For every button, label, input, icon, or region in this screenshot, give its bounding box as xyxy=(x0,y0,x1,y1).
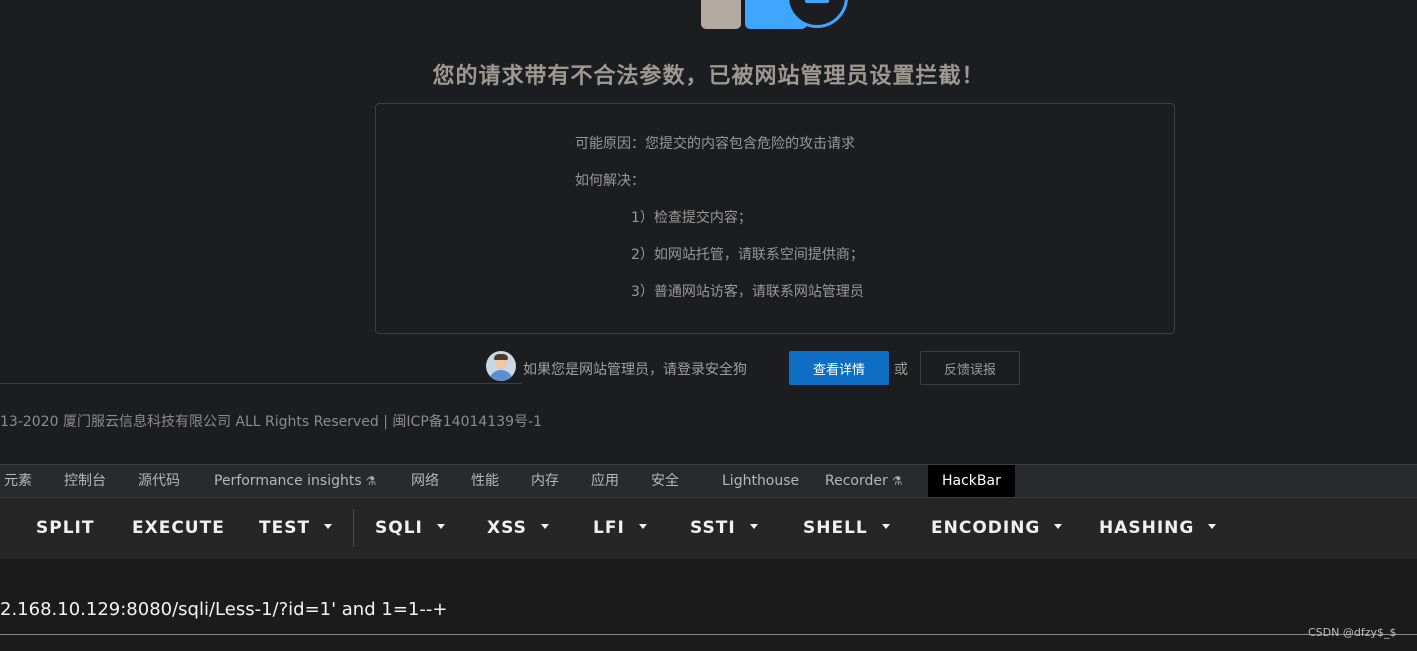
tab-label: Recorder xyxy=(825,473,888,489)
admin-avatar xyxy=(486,351,516,381)
admin-prompt: 如果您是网站管理员，请登录安全狗 xyxy=(523,362,747,378)
split-button[interactable]: SPLIT xyxy=(36,498,94,559)
reason-text: 可能原因：您提交的内容包含危险的攻击请求 xyxy=(575,136,855,152)
tab-lighthouse[interactable]: Lighthouse xyxy=(722,465,799,497)
devtools-tab-bar: 元素 控制台 源代码 Performance insights ⚗ 网络 性能 内… xyxy=(0,464,1417,498)
tab-memory[interactable]: 内存 xyxy=(531,465,559,497)
xss-menu-button[interactable]: XSS xyxy=(487,498,549,559)
solution-item: 2）如网站托管，请联系空间提供商； xyxy=(631,247,864,263)
solution-item: 1）检查提交内容； xyxy=(631,210,752,226)
shell-menu-button[interactable]: SHELL xyxy=(803,498,890,559)
tab-elements[interactable]: 元素 xyxy=(4,465,32,497)
caret-down-icon xyxy=(436,524,445,529)
tab-hackbar[interactable]: HackBar xyxy=(928,465,1015,497)
url-field[interactable]: 2.168.10.129:8080/sqli/Less-1/?id=1' and… xyxy=(0,599,447,620)
button-label: SQLI xyxy=(375,518,423,538)
hashing-menu-button[interactable]: HASHING xyxy=(1099,498,1217,559)
caret-down-icon xyxy=(749,524,758,529)
tab-performance[interactable]: 性能 xyxy=(471,465,499,497)
screen: 您的请求带有不合法参数，已被网站管理员设置拦截！ 可能原因：您提交的内容包含危险… xyxy=(0,0,1417,651)
view-details-button[interactable]: 查看详情 xyxy=(789,351,889,385)
caret-down-icon xyxy=(1054,524,1063,529)
caret-down-icon xyxy=(324,524,333,529)
caret-down-icon xyxy=(540,524,549,529)
test-menu-button[interactable]: TEST xyxy=(259,498,333,559)
tab-recorder[interactable]: Recorder ⚗ xyxy=(825,465,903,497)
tab-sources[interactable]: 源代码 xyxy=(138,465,180,497)
url-field-underline xyxy=(0,634,1417,635)
hackbar-toolbar: SPLIT EXECUTE TEST SQLI XSS LFI SSTI SHE… xyxy=(0,498,1417,559)
reason-box: 可能原因：您提交的内容包含危险的攻击请求 如何解决： 1）检查提交内容； 2）如… xyxy=(375,103,1175,334)
caret-down-icon xyxy=(881,524,890,529)
or-text: 或 xyxy=(894,362,908,378)
encoding-menu-button[interactable]: ENCODING xyxy=(931,498,1063,559)
flask-icon: ⚗ xyxy=(365,474,377,488)
button-label: SHELL xyxy=(803,518,868,538)
button-label: XSS xyxy=(487,518,527,538)
tab-console[interactable]: 控制台 xyxy=(64,465,106,497)
illustration-grey-block xyxy=(701,0,741,29)
watermark: CSDN @dfzy$_$ xyxy=(1308,626,1397,639)
button-label: HASHING xyxy=(1099,518,1195,538)
sqli-menu-button[interactable]: SQLI xyxy=(375,498,445,559)
execute-button[interactable]: EXECUTE xyxy=(132,498,225,559)
button-label: LFI xyxy=(593,518,625,538)
report-false-positive-button[interactable]: 反馈误报 xyxy=(920,351,1020,385)
toolbar-separator xyxy=(353,509,354,547)
tab-network[interactable]: 网络 xyxy=(411,465,439,497)
tab-security[interactable]: 安全 xyxy=(651,465,679,497)
button-label: SSTI xyxy=(690,518,736,538)
footer-copyright: 13-2020 厦门服云信息科技有限公司 ALL Rights Reserved… xyxy=(0,414,542,430)
tab-label: Performance insights xyxy=(214,473,362,489)
button-label: TEST xyxy=(259,518,311,538)
solution-item: 3）普通网站访客，请联系网站管理员 xyxy=(631,284,864,300)
caret-down-icon xyxy=(638,524,647,529)
caret-down-icon xyxy=(1208,524,1217,529)
flask-icon: ⚗ xyxy=(891,474,903,488)
lfi-menu-button[interactable]: LFI xyxy=(593,498,647,559)
solution-label: 如何解决： xyxy=(575,173,645,189)
divider xyxy=(0,383,522,384)
button-label: ENCODING xyxy=(931,518,1041,538)
url-input-area[interactable]: 2.168.10.129:8080/sqli/Less-1/?id=1' and… xyxy=(0,559,1417,651)
tab-application[interactable]: 应用 xyxy=(591,465,619,497)
blocked-page: 您的请求带有不合法参数，已被网站管理员设置拦截！ 可能原因：您提交的内容包含危险… xyxy=(0,0,1417,464)
tab-performance-insights[interactable]: Performance insights ⚗ xyxy=(214,465,376,497)
page-title: 您的请求带有不合法参数，已被网站管理员设置拦截！ xyxy=(432,64,985,89)
ssti-menu-button[interactable]: SSTI xyxy=(690,498,758,559)
